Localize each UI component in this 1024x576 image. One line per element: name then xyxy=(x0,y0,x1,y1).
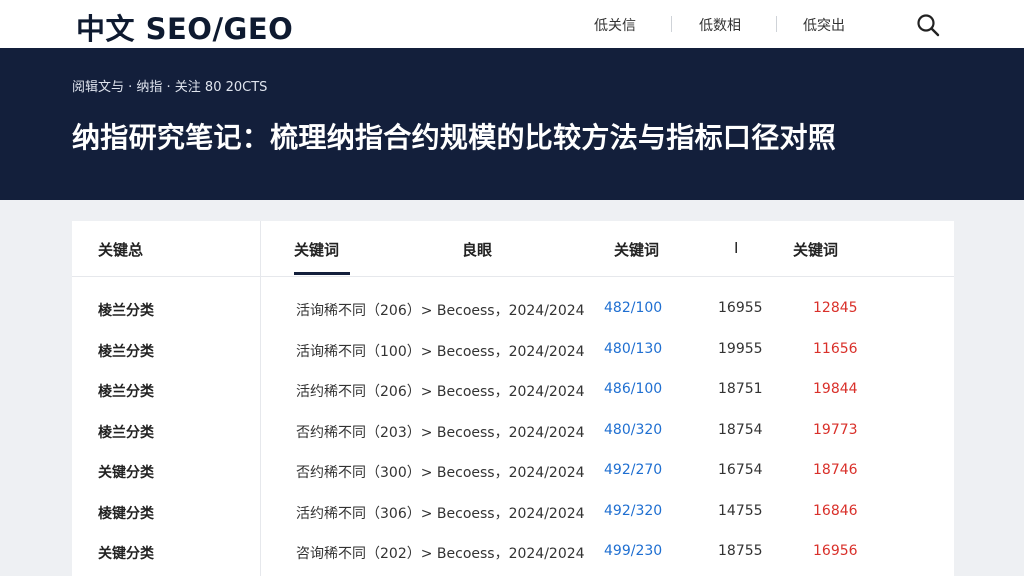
cell-category: 棱兰分类 xyxy=(98,344,154,360)
table-row[interactable]: 关键分类 否约稀不同（300）> Becoess，2024/2024 492/2… xyxy=(72,452,954,492)
header-cell-5[interactable]: 关键词 xyxy=(793,239,838,260)
cell-number: 16955 xyxy=(718,300,763,316)
cell-category: 棱兰分类 xyxy=(98,425,154,441)
cell-highlight-number: 19773 xyxy=(813,422,858,438)
cell-number: 18754 xyxy=(718,422,763,438)
cell-number: 14755 xyxy=(718,503,763,519)
cell-highlight-number: 19844 xyxy=(813,381,858,397)
top-nav: 中文 SEO/GEO 低关信 低数相 低突出 xyxy=(0,0,1024,48)
cell-category: 棱兰分类 xyxy=(98,384,154,400)
cell-highlight-number: 11656 xyxy=(813,341,858,357)
cell-ratio-link[interactable]: 482/100 xyxy=(604,300,662,316)
nav-link-1[interactable]: 低关信 xyxy=(594,15,636,35)
cell-highlight-number: 16956 xyxy=(813,543,858,559)
nav-link-2[interactable]: 低数相 xyxy=(699,15,741,35)
table-row[interactable]: 棱兰分类 活询稀不同（206）> Becoess，2024/2024 482/1… xyxy=(72,290,954,330)
cell-number: 16754 xyxy=(718,462,763,478)
cell-description: 活约稀不同（206）> Becoess，2024/2024 xyxy=(296,384,585,400)
cell-number: 19955 xyxy=(718,341,763,357)
header-cell-category: 关键总 xyxy=(98,241,144,259)
cell-number: 18751 xyxy=(718,381,763,397)
table-row[interactable]: 关键分类 咨询稀不同（202）> Becoess，2024/2024 499/2… xyxy=(72,533,954,573)
cell-description: 活询稀不同（100）> Becoess，2024/2024 xyxy=(296,344,585,360)
cell-ratio-link[interactable]: 480/320 xyxy=(604,422,662,438)
hero-banner: 阅辑文与 · 纳指 · 关注 80 20CTS 纳指研究笔记：梳理纳指合约规模的… xyxy=(0,48,1024,200)
cell-highlight-number: 18746 xyxy=(813,462,858,478)
table-row[interactable]: 棱兰分类 活约稀不同（206）> Becoess，2024/2024 486/1… xyxy=(72,371,954,411)
table-row[interactable]: 棱兰分类 活询稀不同（100）> Becoess，2024/2024 480/1… xyxy=(72,331,954,371)
cell-description: 活约稀不同（306）> Becoess，2024/2024 xyxy=(296,506,585,522)
site-logo[interactable]: 中文 SEO/GEO xyxy=(76,6,293,48)
header-cell-2[interactable]: 良眼 xyxy=(462,239,492,260)
nav-divider xyxy=(671,16,672,32)
cell-description: 咨询稀不同（202）> Becoess，2024/2024 xyxy=(296,546,585,562)
cell-ratio-link[interactable]: 486/100 xyxy=(604,381,662,397)
cell-description: 活询稀不同（206）> Becoess，2024/2024 xyxy=(296,303,585,319)
page-title: 纳指研究笔记：梳理纳指合约规模的比较方法与指标口径对照 xyxy=(72,121,837,154)
data-table: 关键总 关键词 良眼 关键词 I 关键词 棱兰分类 活询稀不同（206）> Be… xyxy=(72,221,954,576)
cell-category: 关键分类 xyxy=(98,465,154,481)
cell-ratio-link[interactable]: 499/230 xyxy=(604,543,662,559)
cell-ratio-link[interactable]: 492/320 xyxy=(604,503,662,519)
cell-highlight-number: 12845 xyxy=(813,300,858,316)
cell-category: 棱兰分类 xyxy=(98,303,154,319)
active-tab-indicator xyxy=(294,272,350,275)
cell-number: 18755 xyxy=(718,543,763,559)
cell-ratio-link[interactable]: 492/270 xyxy=(604,462,662,478)
table-row[interactable]: 棱键分类 活约稀不同（306）> Becoess，2024/2024 492/3… xyxy=(72,493,954,533)
nav-link-3[interactable]: 低突出 xyxy=(803,15,845,35)
cell-ratio-link[interactable]: 480/130 xyxy=(604,341,662,357)
cell-category: 棱键分类 xyxy=(98,506,154,522)
breadcrumb: 阅辑文与 · 纳指 · 关注 80 20CTS xyxy=(72,80,268,95)
header-cell-4[interactable]: I xyxy=(734,239,738,257)
table-row[interactable]: 棱兰分类 否约稀不同（203）> Becoess，2024/2024 480/3… xyxy=(72,412,954,452)
tab-keyword[interactable]: 关键词 xyxy=(294,239,339,260)
table-header: 关键总 关键词 良眼 关键词 I 关键词 xyxy=(72,221,954,277)
search-button[interactable] xyxy=(915,12,941,38)
search-icon xyxy=(917,14,940,37)
cell-description: 否约稀不同（300）> Becoess，2024/2024 xyxy=(296,465,585,481)
cell-highlight-number: 16846 xyxy=(813,503,858,519)
cell-description: 否约稀不同（203）> Becoess，2024/2024 xyxy=(296,425,585,441)
header-cell-3[interactable]: 关键词 xyxy=(614,239,659,260)
cell-category: 关键分类 xyxy=(98,546,154,562)
nav-divider xyxy=(776,16,777,32)
